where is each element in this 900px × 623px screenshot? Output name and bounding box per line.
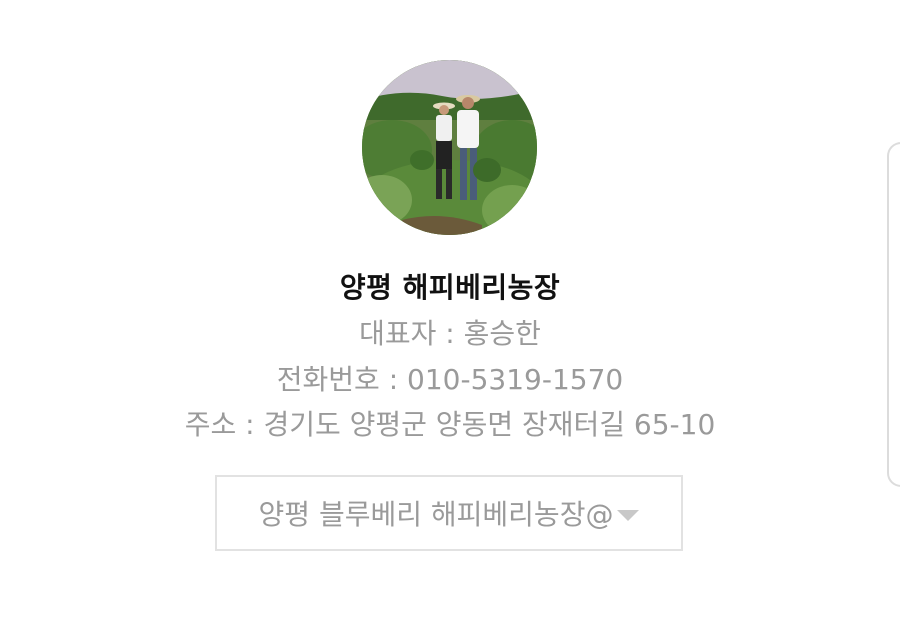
- avatar: [362, 60, 537, 235]
- caret-down-icon: [617, 509, 640, 521]
- side-drawer-handle[interactable]: [887, 142, 900, 487]
- farm-selector-dropdown[interactable]: 양평 블루베리 해피베리농장@: [215, 475, 683, 551]
- phone-text[interactable]: 전화번호 : 010-5319-1570: [0, 358, 900, 398]
- address-text: 주소 : 경기도 양평군 양동면 장재터길 65-10: [184, 408, 716, 441]
- profile-photo: [362, 60, 537, 235]
- dropdown-selected-value: 양평 블루베리 해피베리농장@: [258, 498, 614, 531]
- farm-profile-page: 양평 해피베리농장 대표자 : 홍승한 전화번호 : 010-5319-1570…: [0, 0, 900, 623]
- farm-name: 양평 해피베리농장: [339, 271, 561, 304]
- representative-text: 대표자 : 홍승한: [359, 317, 541, 350]
